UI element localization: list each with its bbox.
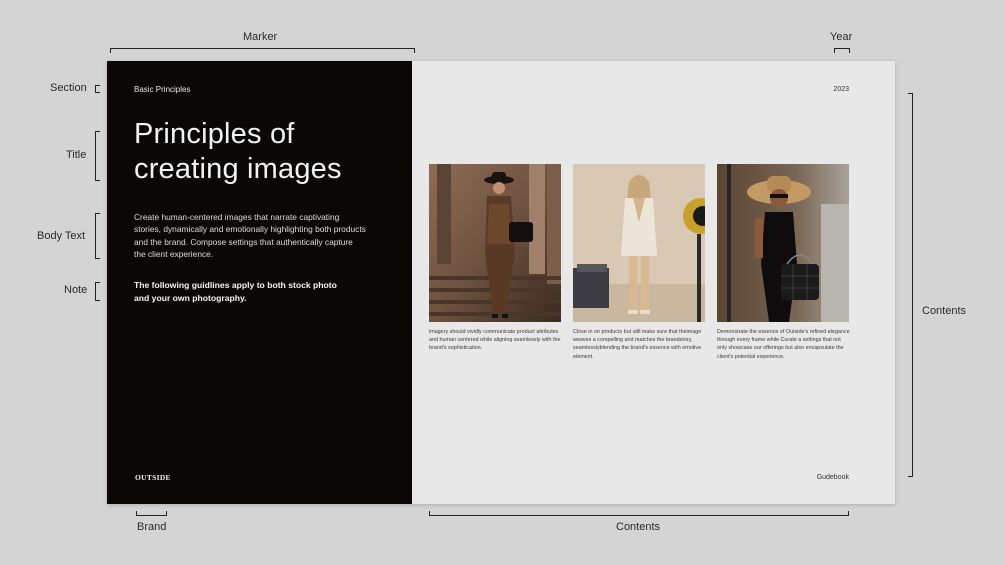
section-bracket <box>95 85 100 93</box>
caption-1: imagery should vividly communicate produ… <box>429 329 561 352</box>
marker-bracket <box>110 48 415 53</box>
left-page: Basic Principles Principles of creating … <box>107 61 412 504</box>
contents-bottom-bracket <box>429 511 849 516</box>
brand-annotation: Brand <box>137 521 167 533</box>
title-bracket <box>95 131 100 181</box>
footer-label: Gudebook <box>816 474 849 481</box>
title-annotation: Title <box>66 149 87 161</box>
guidebook-spread: Basic Principles Principles of creating … <box>107 61 895 504</box>
brand-logo: OUTSIDE <box>135 473 171 482</box>
page-title: Principles of creating images <box>134 118 342 185</box>
year-label: 2023 <box>833 86 849 93</box>
caption-2: Close in on products but still make sure… <box>573 329 702 360</box>
note-annotation: Note <box>64 284 88 296</box>
contents-bottom-annotation: Contents <box>616 521 661 533</box>
year-annotation: Year <box>830 31 853 43</box>
photo-stairs-woman <box>429 164 561 322</box>
caption-3: Demonstrate the essence of Outside's ref… <box>717 329 850 360</box>
year-bracket <box>834 48 850 53</box>
marker-annotation: Marker <box>243 31 278 43</box>
contents-right-annotation: Contents <box>922 305 967 317</box>
right-page: 2023 imagery should vividly communicate … <box>412 61 895 504</box>
section-label: Basic Principles <box>134 85 191 94</box>
brand-bracket <box>136 511 167 516</box>
section-annotation: Section <box>50 82 87 94</box>
photo-white-suit-woman <box>573 164 705 322</box>
body-text-bracket <box>95 213 100 259</box>
body-text: Create human-centered images that narrat… <box>134 212 366 259</box>
contents-right-bracket <box>908 93 913 477</box>
body-text-annotation: Body Text <box>37 230 86 242</box>
note-bracket <box>95 282 100 301</box>
note-text: The following guidlines apply to both st… <box>134 280 337 303</box>
photo-hat-woman <box>717 164 849 322</box>
